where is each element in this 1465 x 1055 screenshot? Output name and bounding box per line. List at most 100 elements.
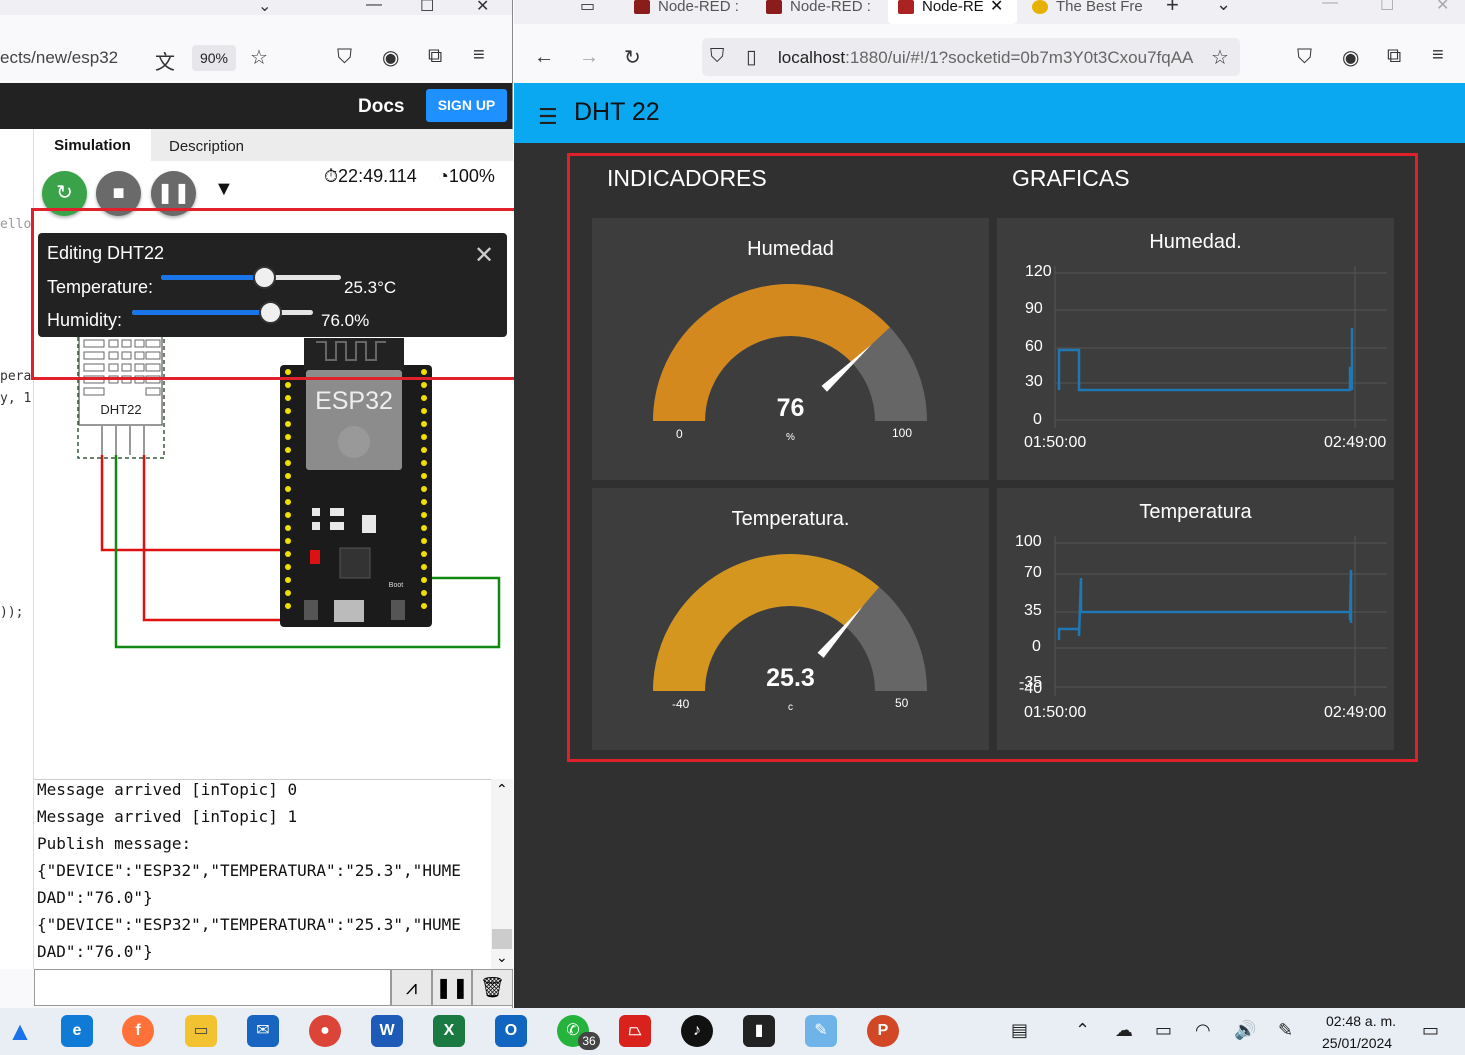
minimize-icon[interactable]: — <box>1322 0 1338 12</box>
chrome-icon[interactable]: ● <box>309 1015 341 1047</box>
serial-line: {"DEVICE":"ESP32","TEMPERATURA":"25.3","… <box>37 861 461 880</box>
dashboard-menu-icon[interactable]: ☰ <box>538 104 558 130</box>
serial-line: {"DEVICE":"ESP32","TEMPERATURA":"25.3","… <box>37 915 461 934</box>
wire-red-1 <box>100 455 290 552</box>
code-editor-strip[interactable]: ello pera y, 1 )); <box>0 129 34 969</box>
minimize-icon[interactable]: — <box>366 0 382 14</box>
chevron-down-icon[interactable]: ⌄ <box>258 0 271 16</box>
menu-icon[interactable]: ≡ <box>473 44 485 67</box>
clock-time[interactable]: 02:48 a. m. <box>1326 1013 1396 1029</box>
sim-speed: ◔100% <box>438 166 495 186</box>
browser-tab-label: The Best Fre <box>1056 0 1143 15</box>
scroll-down-icon[interactable]: ⌄ <box>496 949 508 966</box>
menu-icon[interactable]: ≡ <box>1432 44 1444 67</box>
usb-port <box>334 600 364 622</box>
shield-icon[interactable]: ⛉ <box>710 46 724 68</box>
wifi-tray-icon[interactable]: ◠ <box>1195 1020 1211 1041</box>
page-icon[interactable]: ▯ <box>746 46 756 69</box>
boot-label: Boot <box>389 582 403 589</box>
clock-date[interactable]: 25/01/2024 <box>1322 1035 1392 1051</box>
browser-tab[interactable]: The Best Fre <box>1032 0 1152 24</box>
serial-scrollbar[interactable]: ⌃ ⌄ <box>491 779 513 969</box>
outlook-icon[interactable]: O <box>495 1015 527 1047</box>
serial-line: DAD":"76.0"} <box>37 888 153 907</box>
browser-tab-label: Node-RED : <box>790 0 871 15</box>
reload-icon[interactable]: ↻ <box>624 45 641 70</box>
sign-up-button[interactable]: SIGN UP <box>426 89 507 122</box>
tab-simulation[interactable]: Simulation <box>34 129 151 161</box>
scroll-thumb[interactable] <box>492 929 512 949</box>
onedrive-icon[interactable]: ☁ <box>1115 1020 1133 1041</box>
code-fragment: )); <box>0 605 24 620</box>
chevron-up-icon[interactable]: ⌃ <box>1075 1020 1090 1041</box>
extensions-icon[interactable]: ⧉ <box>1387 45 1401 68</box>
highlight-box-left <box>31 208 522 380</box>
trash-icon[interactable]: 🗑 <box>472 969 513 1006</box>
browser-tab[interactable]: Node-RED : <box>766 0 884 24</box>
browser-tab-label: Node-RE <box>922 0 984 15</box>
left-url-fragment[interactable]: ects/new/esp32 <box>0 48 118 68</box>
chevron-down-icon[interactable]: ⌄ <box>1216 0 1231 15</box>
highlight-box-right <box>567 153 1418 762</box>
browser-tab-active-label[interactable]: Node-RE <box>898 0 984 24</box>
url-host: localhost <box>778 48 846 67</box>
docs-link[interactable]: Docs <box>358 96 404 118</box>
esp32-led <box>310 550 320 564</box>
notifications-icon[interactable]: ▭ <box>1422 1020 1439 1041</box>
url-text[interactable]: localhost:1880/ui/#!/1?socketid=0b7m3Y0t… <box>778 48 1206 68</box>
code-fragment: pera <box>0 369 32 384</box>
tiktok-icon[interactable]: ♪ <box>681 1015 713 1047</box>
code-fragment: y, 1 <box>0 391 32 406</box>
account-icon[interactable]: ◉ <box>382 45 399 70</box>
pause-serial-icon[interactable]: ❚❚ <box>432 969 472 1006</box>
powerpoint-icon[interactable]: P <box>867 1015 899 1047</box>
extensions-icon[interactable]: ⧉ <box>428 45 442 68</box>
close-icon[interactable]: ✕ <box>1436 0 1449 15</box>
esp32-label: ESP32 <box>315 387 393 415</box>
code-fragment: ello <box>0 217 32 232</box>
browser-tab[interactable]: Node-RED : <box>634 0 752 24</box>
battery-icon[interactable]: ▭ <box>1155 1020 1172 1041</box>
star-icon[interactable]: ☆ <box>250 45 268 70</box>
left-titlebar <box>0 0 512 15</box>
back-icon[interactable]: ← <box>534 46 554 69</box>
translate-icon[interactable]: 文 <box>155 46 175 75</box>
news-icon[interactable]: ▤ <box>1011 1020 1028 1041</box>
serial-input[interactable] <box>34 969 391 1006</box>
edge-icon[interactable]: e <box>61 1015 93 1047</box>
close-tab-icon[interactable]: ✕ <box>990 0 1003 16</box>
scroll-up-icon[interactable]: ⌃ <box>496 781 508 798</box>
serial-monitor[interactable]: Message arrived [inTopic] 0 Message arri… <box>34 779 513 969</box>
start-icon[interactable]: ▲ <box>4 1015 36 1047</box>
terminal-icon[interactable]: ▮ <box>743 1015 775 1047</box>
explorer-icon[interactable]: ▭ <box>185 1015 217 1047</box>
pen-icon[interactable]: ✎ <box>1278 1020 1293 1041</box>
volume-icon[interactable]: 🔊 <box>1234 1020 1256 1041</box>
tab-description[interactable]: Description <box>169 138 244 155</box>
sim-timer: ⏱22:49.114 <box>324 166 417 186</box>
serial-line: Publish message: <box>37 834 192 853</box>
dht22-label: DHT22 <box>100 402 141 417</box>
new-tab-icon[interactable]: + <box>1166 0 1179 18</box>
zoom-level[interactable]: 90% <box>192 45 236 71</box>
firefox-icon[interactable]: f <box>122 1015 154 1047</box>
account-icon[interactable]: ◉ <box>1342 45 1359 70</box>
serial-line: Message arrived [inTopic] 1 <box>37 807 298 826</box>
maximize-icon[interactable]: ☐ <box>1380 0 1394 15</box>
speed-value: 100% <box>448 166 495 186</box>
dashboard-title: DHT 22 <box>574 98 660 126</box>
close-icon[interactable]: ✕ <box>476 0 489 16</box>
acrobat-icon[interactable]: ⏢ <box>619 1015 651 1047</box>
star-icon[interactable]: ☆ <box>1211 45 1229 70</box>
excel-icon[interactable]: X <box>433 1015 465 1047</box>
pocket-icon[interactable]: ⛉ <box>337 46 352 69</box>
word-icon[interactable]: W <box>371 1015 403 1047</box>
tab-list-icon[interactable]: ▭ <box>580 0 595 16</box>
pocket-icon[interactable]: ⛉ <box>1297 46 1312 69</box>
forward-icon[interactable]: → <box>579 46 599 69</box>
timer-value: 22:49.114 <box>338 166 417 186</box>
plotter-icon[interactable]: ⩘ <box>391 969 432 1006</box>
paint-icon[interactable]: ✎ <box>805 1015 837 1047</box>
mail-icon[interactable]: ✉ <box>247 1015 279 1047</box>
maximize-icon[interactable]: ☐ <box>420 0 434 16</box>
